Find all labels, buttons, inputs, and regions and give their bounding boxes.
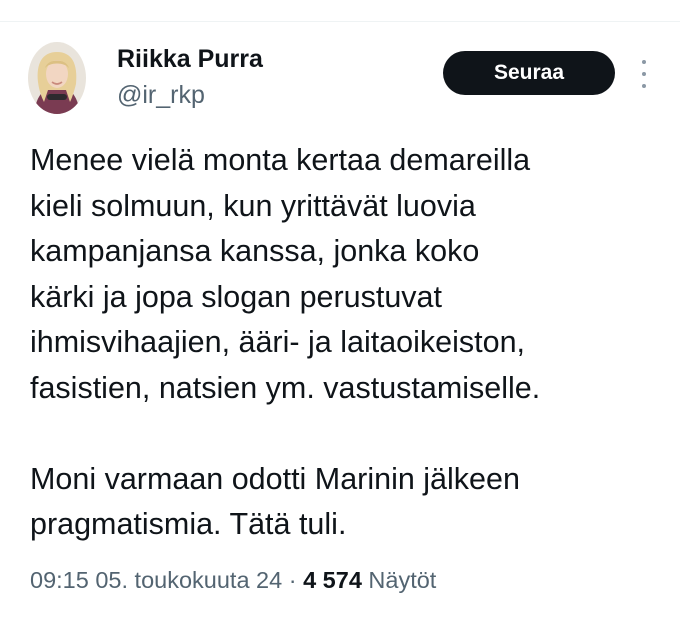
top-divider <box>0 21 680 22</box>
avatar[interactable] <box>28 42 86 114</box>
views-label: Näytöt <box>368 567 437 593</box>
tweet-meta: 09:15 05. toukokuuta 24 · 4 574 Näytöt <box>30 564 436 596</box>
tweet-timestamp[interactable]: 09:15 05. toukokuuta 24 <box>30 567 282 593</box>
tweet-line: Menee vielä monta kertaa demareilla <box>30 143 531 177</box>
more-vertical-icon[interactable] <box>636 60 652 88</box>
tweet-line: kieli solmuun, kun yrittävät luovia <box>30 188 476 223</box>
tweet-line: pragmatismia. Tätä tuli. <box>30 507 347 541</box>
more-dot <box>642 60 646 64</box>
views-count: 4 574 <box>303 567 362 593</box>
tweet-line: kampanjansa kanssa, jonka koko <box>30 234 480 268</box>
avatar-image <box>28 42 86 114</box>
follow-button[interactable]: Seuraa <box>443 51 615 95</box>
tweet-line: ihmisvihaajien, ääri- ja laitaoikeiston, <box>30 325 526 359</box>
author-handle[interactable]: @ir_rkp <box>117 80 205 110</box>
tweet-line: kärki ja jopa slogan perustuvat <box>30 279 442 314</box>
more-dot <box>642 72 646 76</box>
author-name[interactable]: Riikka Purra <box>117 44 263 74</box>
tweet-text: Menee vielä monta kertaa demareilla kiel… <box>30 138 670 548</box>
meta-separator: · <box>288 567 297 593</box>
more-dot <box>642 84 646 88</box>
tweet-line: Moni varmaan odotti Marinin jälkeen <box>30 461 520 496</box>
tweet-line: fasistien, natsien ym. vastustamiselle. <box>30 370 541 405</box>
